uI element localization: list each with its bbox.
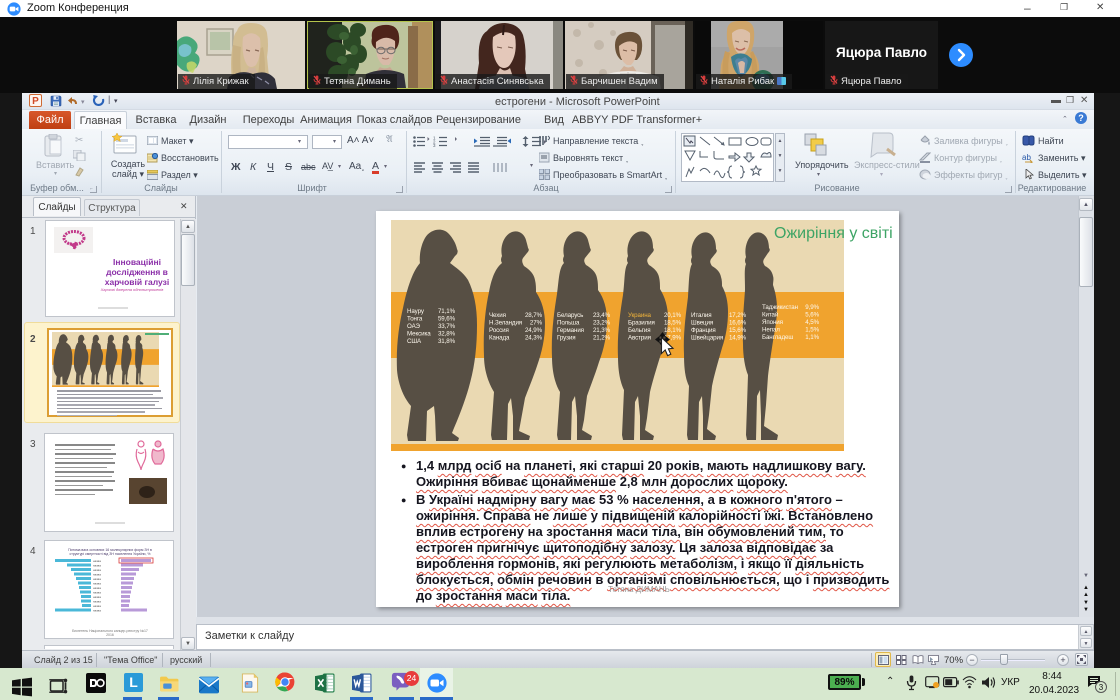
svg-text:14,9%: 14,9% bbox=[729, 335, 747, 342]
svg-text:Германия: Германия bbox=[557, 327, 584, 334]
svg-text:Бельгия: Бельгия bbox=[628, 327, 651, 334]
svg-text:Бангладеш: Бангладеш bbox=[762, 334, 793, 341]
svg-text:59,6%: 59,6% bbox=[438, 316, 456, 323]
svg-text:9,9%: 9,9% bbox=[805, 304, 819, 311]
svg-text:Япония: Япония bbox=[762, 319, 783, 326]
svg-text:Россия: Россия bbox=[489, 327, 509, 334]
svg-text:Мексика: Мексика bbox=[407, 331, 431, 338]
svg-text:Австрия: Австрия bbox=[628, 335, 651, 342]
svg-text:18,5%: 18,5% bbox=[664, 320, 682, 327]
svg-text:Китай: Китай bbox=[762, 312, 779, 319]
svg-text:15,6%: 15,6% bbox=[729, 327, 747, 334]
svg-text:Н.Зеландия: Н.Зеландия bbox=[489, 320, 522, 327]
svg-text:24,3%: 24,3% bbox=[525, 335, 543, 342]
svg-text:Швейцария: Швейцария bbox=[691, 335, 723, 342]
svg-text:16,6%: 16,6% bbox=[729, 320, 747, 327]
svg-text:США: США bbox=[407, 338, 422, 345]
svg-text:27%: 27% bbox=[530, 320, 543, 327]
svg-text:Швеция: Швеция bbox=[691, 320, 713, 327]
svg-text:назва: назва bbox=[93, 577, 101, 581]
svg-text:Непал: Непал bbox=[762, 327, 780, 334]
svg-text:Тонга: Тонга bbox=[407, 316, 423, 323]
svg-text:Бразилия: Бразилия bbox=[628, 320, 655, 327]
svg-text:23,2%: 23,2% bbox=[593, 320, 611, 327]
svg-text:назва: назва bbox=[93, 573, 101, 577]
svg-text:31,8%: 31,8% bbox=[438, 338, 456, 345]
svg-text:Науру: Науру bbox=[407, 308, 425, 315]
svg-text:33,7%: 33,7% bbox=[438, 323, 456, 330]
svg-text:Чехия: Чехия bbox=[489, 312, 506, 319]
svg-text:1,1%: 1,1% bbox=[805, 334, 819, 341]
svg-text:Беларусь: Беларусь bbox=[557, 312, 583, 319]
svg-text:Украина: Украина bbox=[628, 312, 652, 319]
svg-text:4,5%: 4,5% bbox=[805, 319, 819, 326]
svg-text:3: 3 bbox=[433, 143, 436, 147]
svg-text:назва: назва bbox=[93, 600, 101, 604]
svg-text:назва: назва bbox=[93, 604, 101, 608]
svg-text:17,2%: 17,2% bbox=[729, 312, 747, 319]
svg-text:21,2%: 21,2% bbox=[593, 335, 611, 342]
svg-text:назва: назва bbox=[93, 564, 101, 568]
svg-text:71,1%: 71,1% bbox=[438, 308, 456, 315]
svg-text:28,7%: 28,7% bbox=[525, 312, 543, 319]
svg-text:32,8%: 32,8% bbox=[438, 331, 456, 338]
svg-text:Канада: Канада bbox=[489, 335, 510, 342]
svg-text:назва: назва bbox=[93, 586, 101, 590]
svg-text:Польша: Польша bbox=[557, 320, 580, 327]
svg-text:20,1%: 20,1% bbox=[664, 312, 682, 319]
svg-text:назва: назва bbox=[93, 595, 101, 599]
svg-text:1,5%: 1,5% bbox=[805, 327, 819, 334]
svg-text:5,6%: 5,6% bbox=[805, 312, 819, 319]
svg-text:назва: назва bbox=[93, 559, 101, 563]
svg-text:24,9%: 24,9% bbox=[525, 327, 543, 334]
svg-text:Италия: Италия bbox=[691, 312, 711, 319]
svg-text:23,4%: 23,4% bbox=[593, 312, 611, 319]
svg-text:назва: назва bbox=[93, 609, 101, 613]
svg-text:назва: назва bbox=[93, 568, 101, 572]
svg-text:назва: назва bbox=[93, 582, 101, 586]
svg-text:ОАЭ: ОАЭ bbox=[407, 323, 420, 330]
svg-text:назва: назва bbox=[93, 591, 101, 595]
svg-text:Грузия: Грузия bbox=[557, 335, 576, 342]
svg-text:21,3%: 21,3% bbox=[593, 327, 611, 334]
svg-text:Франция: Франция bbox=[691, 327, 716, 334]
svg-text:Таджикистан: Таджикистан bbox=[762, 304, 798, 311]
